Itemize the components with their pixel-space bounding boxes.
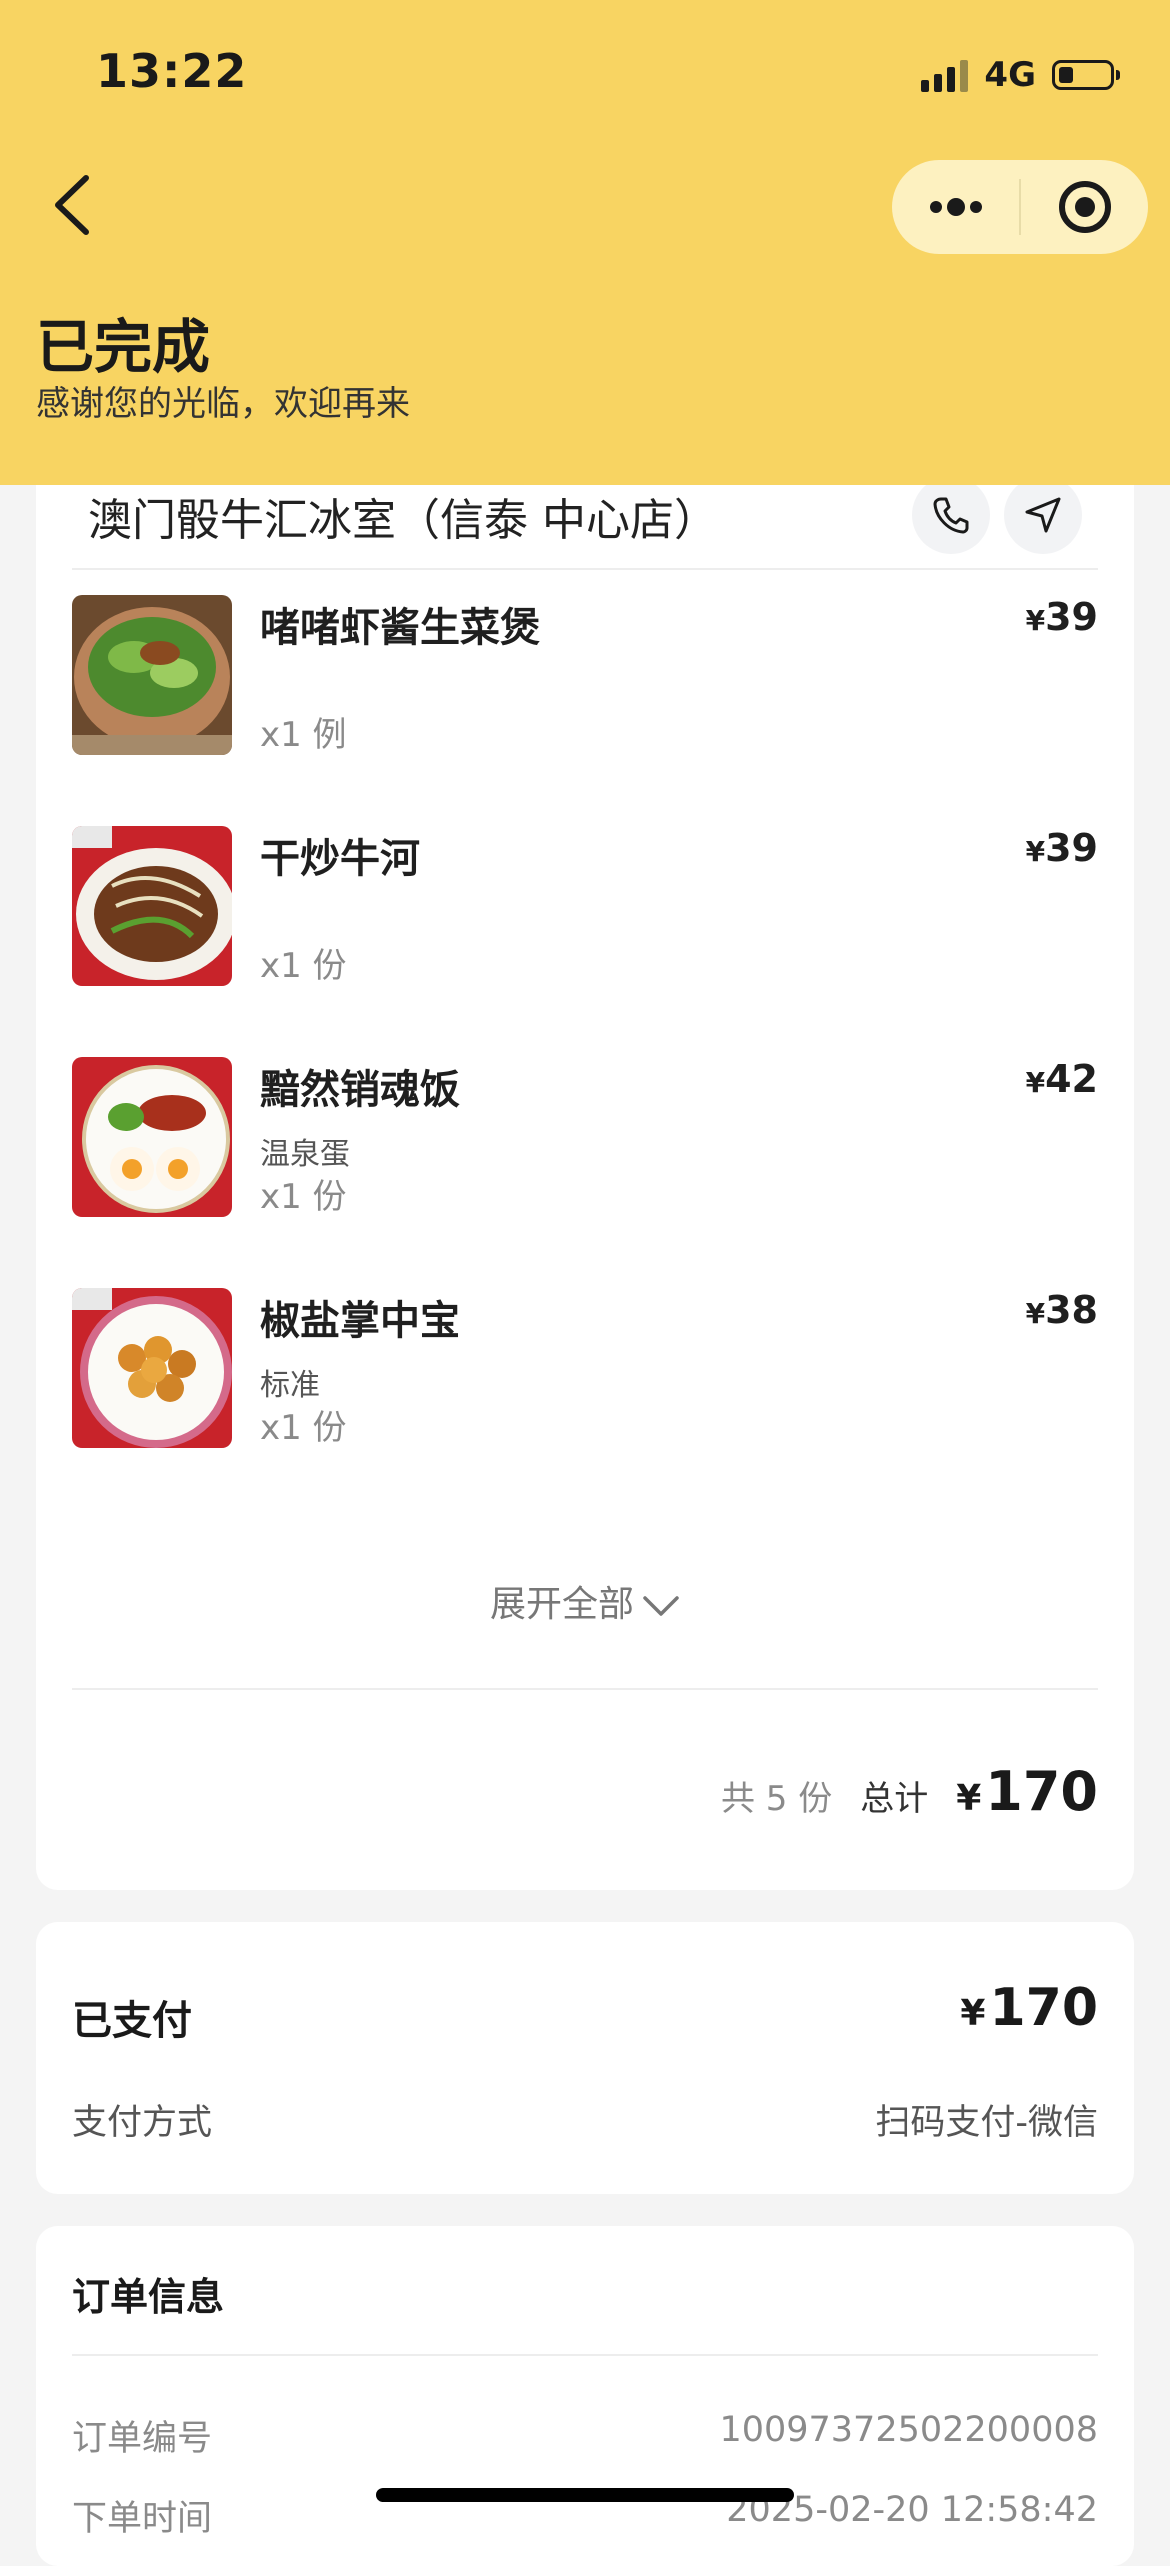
currency-symbol: ¥ [1025, 1066, 1046, 1099]
status-time: 13:22 [96, 44, 248, 98]
item-price: ¥39 [1026, 826, 1098, 870]
order-info-title: 订单信息 [72, 2275, 225, 2319]
currency-symbol: ¥ [1025, 1297, 1046, 1330]
status-indicators: 4G [921, 52, 1120, 98]
dish-image [72, 826, 232, 986]
list-item[interactable]: 啫啫虾酱生菜煲 x1 例 ¥39 [72, 595, 1098, 755]
order-info-card: 订单信息 订单编号 10097372502200008 下单时间 2025-02… [36, 2226, 1134, 2566]
expand-all-button[interactable]: 展开全部 [36, 1575, 1134, 1627]
item-spec: 标准 [260, 1368, 320, 1403]
more-dots-icon [929, 198, 982, 216]
order-info-row: 订单编号 10097372502200008 [72, 2410, 1098, 2461]
dish-image [72, 595, 232, 755]
chevron-down-icon [643, 1596, 679, 1616]
currency-symbol: ¥ [960, 1993, 986, 2034]
list-item[interactable]: 干炒牛河 x1 份 ¥39 [72, 826, 1098, 986]
order-number-label: 订单编号 [72, 2419, 213, 2459]
payment-method-label: 支付方式 [72, 2103, 213, 2143]
mini-program-capsule [892, 160, 1148, 254]
payment-card: 已支付 ¥170 支付方式 扫码支付-微信 [36, 1922, 1134, 2194]
item-name: 黯然销魂饭 [260, 1067, 460, 1113]
back-button[interactable] [46, 170, 106, 240]
currency-symbol: ¥ [1025, 835, 1046, 868]
dish-image [72, 1288, 232, 1448]
item-count: 共 5 份 [720, 1779, 833, 1819]
paid-label: 已支付 [72, 1998, 192, 2044]
divider [72, 1688, 1098, 1690]
item-quantity: x1 份 [260, 1177, 347, 1217]
paid-value: 170 [989, 1978, 1098, 2038]
order-status-subtitle: 感谢您的光临，欢迎再来 [36, 384, 410, 424]
order-status-title: 已完成 [36, 313, 211, 381]
total-amount: ¥170 [956, 1760, 1098, 1823]
item-spec: 温泉蛋 [260, 1137, 350, 1172]
total-label: 总计 [860, 1779, 929, 1819]
item-name: 啫啫虾酱生菜煲 [260, 605, 540, 651]
currency-symbol: ¥ [956, 1778, 982, 1819]
close-button[interactable] [1021, 160, 1148, 254]
item-quantity: x1 例 [260, 715, 347, 755]
item-quantity: x1 份 [260, 946, 347, 986]
item-name: 椒盐掌中宝 [260, 1298, 460, 1344]
list-item[interactable]: 黯然销魂饭 温泉蛋 x1 份 ¥42 [72, 1057, 1098, 1217]
item-name: 干炒牛河 [260, 836, 420, 882]
dish-image [72, 1057, 232, 1217]
item-price: ¥42 [1026, 1057, 1098, 1101]
order-summary: 共 5 份 总计 ¥170 [721, 1760, 1098, 1823]
divider [72, 2354, 1098, 2356]
phone-icon [933, 497, 969, 534]
price-value: 38 [1045, 1288, 1098, 1332]
item-quantity: x1 份 [260, 1408, 347, 1448]
total-value: 170 [985, 1760, 1098, 1823]
target-circle-icon [1058, 181, 1111, 233]
item-price: ¥39 [1026, 595, 1098, 639]
price-value: 39 [1045, 826, 1098, 870]
price-value: 42 [1045, 1057, 1098, 1101]
order-items-card: 澳门骰牛汇冰室（信泰 中心店） 啫啫虾酱生菜煲 x1 例 ¥39 干炒牛河 x1… [36, 440, 1134, 1890]
order-number-value[interactable]: 10097372502200008 [719, 2410, 1098, 2461]
header: 13:22 4G 已完成 感谢您的光临，欢迎再来 [0, 0, 1170, 485]
network-type: 4G [984, 55, 1036, 95]
paid-amount: ¥170 [960, 1978, 1098, 2038]
battery-icon [1052, 60, 1120, 90]
currency-symbol: ¥ [1025, 604, 1046, 637]
price-value: 39 [1045, 595, 1098, 639]
order-time-label: 下单时间 [72, 2499, 213, 2539]
navigate-button[interactable] [1004, 476, 1082, 554]
battery-fill [1059, 67, 1073, 83]
more-button[interactable] [892, 160, 1019, 254]
store-name[interactable]: 澳门骰牛汇冰室（信泰 中心店） [88, 484, 718, 548]
chevron-left-icon [55, 175, 89, 235]
item-price: ¥38 [1026, 1288, 1098, 1332]
expand-all-label: 展开全部 [489, 1584, 634, 1625]
divider [72, 568, 1098, 570]
home-indicator[interactable] [376, 2488, 794, 2502]
signal-icon [921, 58, 969, 92]
navigate-arrow-icon [1025, 497, 1061, 533]
list-item[interactable]: 椒盐掌中宝 标准 x1 份 ¥38 [72, 1288, 1098, 1448]
payment-method-value: 扫码支付-微信 [875, 2103, 1098, 2143]
call-store-button[interactable] [912, 476, 990, 554]
